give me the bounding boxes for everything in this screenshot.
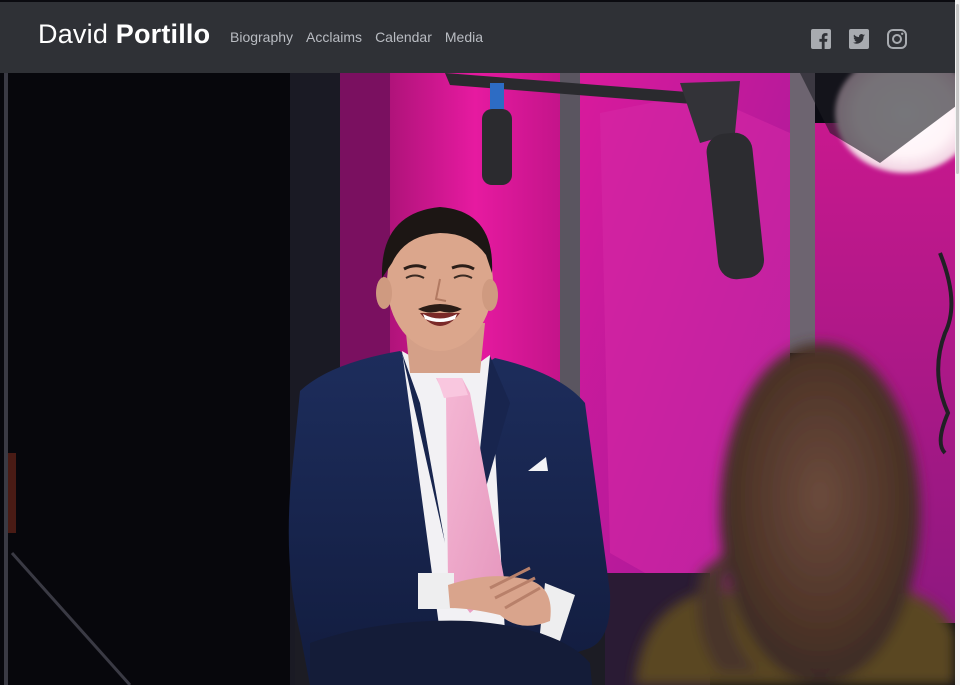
scrollbar-thumb[interactable] [956, 4, 959, 174]
brand-last-name: Portillo [115, 19, 211, 49]
navbar: David Portillo Biography Acclaims Calend… [0, 2, 955, 73]
facebook-icon[interactable] [810, 28, 832, 50]
instagram-icon[interactable] [886, 28, 908, 50]
nav-link-media[interactable]: Media [445, 29, 483, 45]
brand-logo[interactable]: David Portillo [38, 19, 210, 50]
twitter-icon[interactable] [848, 28, 870, 50]
hero-photo [0, 73, 955, 685]
brand-first-name: David [38, 19, 109, 49]
nav-link-acclaims[interactable]: Acclaims [306, 29, 362, 45]
nav-link-calendar[interactable]: Calendar [375, 29, 432, 45]
hero-photo-illustration [0, 73, 955, 685]
nav-menu: Biography Acclaims Calendar Media [230, 29, 496, 45]
nav-link-biography[interactable]: Biography [230, 29, 293, 45]
page: David Portillo Biography Acclaims Calend… [0, 0, 955, 685]
